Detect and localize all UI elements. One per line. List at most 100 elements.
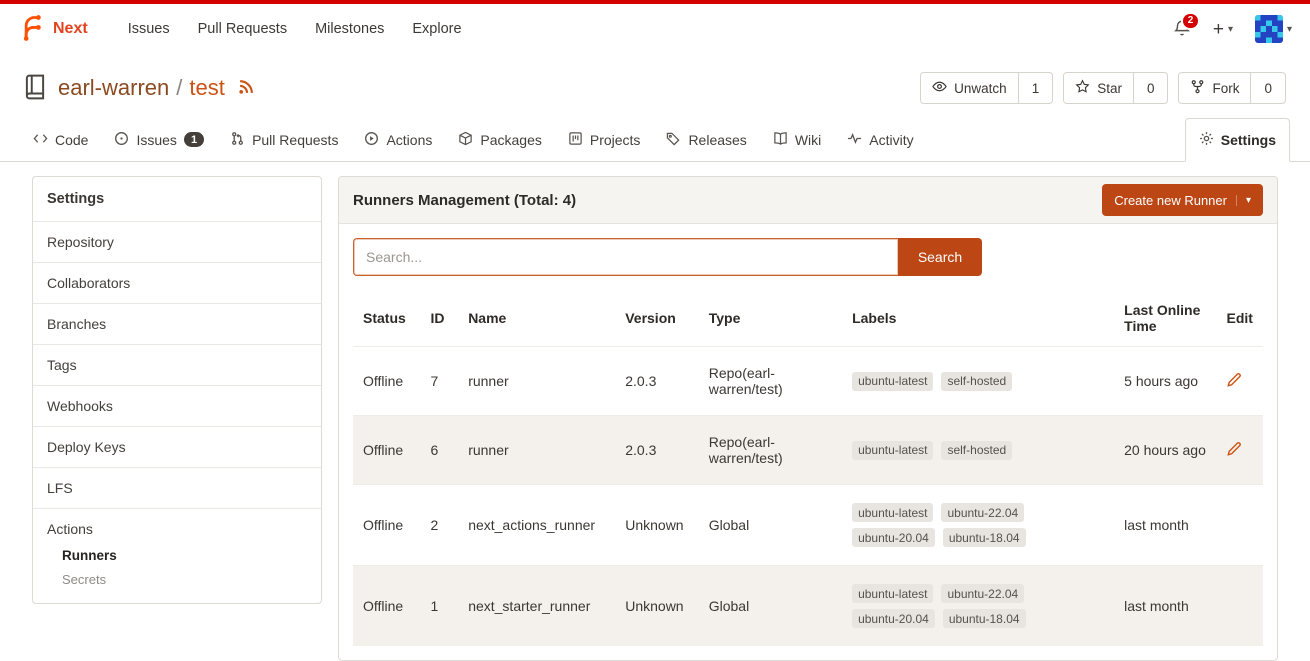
tab-wiki[interactable]: Wiki [760, 118, 834, 161]
home-link[interactable]: Next [18, 14, 88, 45]
sidebar-item-webhooks[interactable]: Webhooks [33, 385, 321, 426]
repo-name-link[interactable]: test [189, 75, 224, 101]
search-input[interactable] [353, 238, 898, 276]
fork-label: Fork [1212, 81, 1239, 96]
sidebar-item-secrets[interactable]: Secrets [62, 572, 307, 587]
plus-icon: + [1213, 20, 1224, 39]
sidebar-item-branches[interactable]: Branches [33, 303, 321, 344]
star-button[interactable]: Star [1064, 73, 1133, 103]
notifications-button[interactable]: 2 [1173, 19, 1191, 40]
create-runner-label: Create new Runner [1114, 193, 1227, 208]
caret-down-icon: ▾ [1287, 24, 1292, 35]
runner-last-online: 20 hours ago [1114, 416, 1216, 485]
runner-type: Global [699, 485, 842, 566]
tab-releases[interactable]: Releases [653, 118, 759, 161]
fork-button-group: Fork 0 [1178, 72, 1286, 104]
star-button-group: Star 0 [1063, 72, 1168, 104]
tab-label: Packages [480, 132, 541, 148]
unwatch-button[interactable]: Unwatch [921, 73, 1018, 103]
tab-label: Code [55, 132, 88, 148]
tab-label: Wiki [795, 132, 821, 148]
runner-label: ubuntu-latest [852, 503, 933, 522]
sidebar-item-deploy-keys[interactable]: Deploy Keys [33, 426, 321, 467]
tab-packages[interactable]: Packages [445, 118, 554, 161]
runner-labels: ubuntu-latest self-hosted [842, 416, 1114, 485]
col-header-status: Status [353, 290, 421, 347]
watchers-count[interactable]: 1 [1018, 73, 1053, 103]
col-header-id: ID [421, 290, 459, 347]
tab-label: Projects [590, 132, 641, 148]
runners-table: Status ID Name Version Type Labels Last … [353, 290, 1263, 646]
tab-label: Issues [136, 132, 176, 148]
nav-link-issues[interactable]: Issues [128, 21, 170, 37]
create-runner-button[interactable]: Create new Runner ▾ [1102, 184, 1263, 216]
sidebar-item-tags[interactable]: Tags [33, 344, 321, 385]
runner-label: self-hosted [941, 441, 1012, 460]
package-icon [458, 131, 473, 149]
notification-badge: 2 [1181, 12, 1200, 30]
runner-label: ubuntu-latest [852, 372, 933, 391]
runner-label: ubuntu-latest [852, 441, 933, 460]
settings-content: Settings Repository Collaborators Branch… [0, 162, 1310, 661]
tab-label: Pull Requests [252, 132, 338, 148]
runner-type: Repo(earl-warren/test) [699, 416, 842, 485]
fork-button[interactable]: Fork [1179, 73, 1250, 103]
runner-type: Repo(earl-warren/test) [699, 347, 842, 416]
sidebar-item-runners[interactable]: Runners [62, 548, 307, 563]
sidebar-item-lfs[interactable]: LFS [33, 467, 321, 508]
col-header-version: Version [615, 290, 699, 347]
sidebar-item-actions[interactable]: Actions [47, 521, 307, 537]
tab-issues[interactable]: Issues 1 [101, 118, 217, 161]
runner-labels: ubuntu-latest self-hosted [842, 347, 1114, 416]
table-row: Offline 6 runner 2.0.3 Repo(earl-warren/… [353, 416, 1263, 485]
nav-link-pull-requests[interactable]: Pull Requests [198, 21, 287, 37]
issues-count-badge: 1 [184, 132, 204, 147]
edit-runner-button[interactable] [1226, 372, 1242, 388]
runners-panel-header: Runners Management (Total: 4) Create new… [339, 177, 1277, 224]
tag-icon [666, 131, 681, 149]
tab-settings[interactable]: Settings [1185, 118, 1290, 162]
sidebar-group-actions: Actions Runners Secrets [33, 508, 321, 603]
table-row: Offline 7 runner 2.0.3 Repo(earl-warren/… [353, 347, 1263, 416]
tab-label: Activity [869, 132, 913, 148]
sidebar-item-collaborators[interactable]: Collaborators [33, 262, 321, 303]
runner-version: 2.0.3 [615, 416, 699, 485]
col-header-edit: Edit [1216, 290, 1263, 347]
create-menu-button[interactable]: + ▾ [1213, 20, 1233, 39]
stars-count[interactable]: 0 [1133, 73, 1168, 103]
col-header-last-online: Last Online Time [1114, 290, 1216, 347]
pull-request-icon [230, 131, 245, 149]
runner-last-online: last month [1114, 485, 1216, 566]
runner-id: 7 [421, 347, 459, 416]
runner-label: ubuntu-22.04 [941, 584, 1024, 603]
sidebar-item-repository[interactable]: Repository [33, 221, 321, 262]
nav-link-explore[interactable]: Explore [412, 21, 461, 37]
tab-code[interactable]: Code [20, 118, 101, 161]
col-header-name: Name [458, 290, 615, 347]
forks-count[interactable]: 0 [1250, 73, 1285, 103]
tab-pull-requests[interactable]: Pull Requests [217, 118, 351, 161]
edit-runner-button[interactable] [1226, 441, 1242, 457]
issue-icon [114, 131, 129, 149]
tab-label: Releases [688, 132, 746, 148]
runner-search-bar: Search [353, 238, 1263, 276]
rss-icon[interactable] [238, 75, 255, 101]
search-button[interactable]: Search [898, 238, 982, 276]
tab-label: Settings [1221, 132, 1276, 148]
runners-panel: Runners Management (Total: 4) Create new… [338, 176, 1278, 661]
tab-label: Actions [386, 132, 432, 148]
runner-status: Offline [353, 416, 421, 485]
repo-owner-link[interactable]: earl-warren [58, 75, 169, 101]
eye-icon [932, 79, 947, 97]
runner-label: ubuntu-18.04 [943, 609, 1026, 628]
runner-label: ubuntu-20.04 [852, 609, 935, 628]
repo-action-buttons: Unwatch 1 Star 0 [920, 72, 1286, 104]
tab-actions[interactable]: Actions [351, 118, 445, 161]
brand-name: Next [53, 20, 88, 38]
user-menu-button[interactable]: ▾ [1255, 15, 1292, 43]
tab-projects[interactable]: Projects [555, 118, 654, 161]
tab-activity[interactable]: Activity [834, 118, 926, 161]
nav-link-milestones[interactable]: Milestones [315, 21, 384, 37]
runner-version: 2.0.3 [615, 347, 699, 416]
caret-down-icon: ▾ [1228, 24, 1233, 35]
